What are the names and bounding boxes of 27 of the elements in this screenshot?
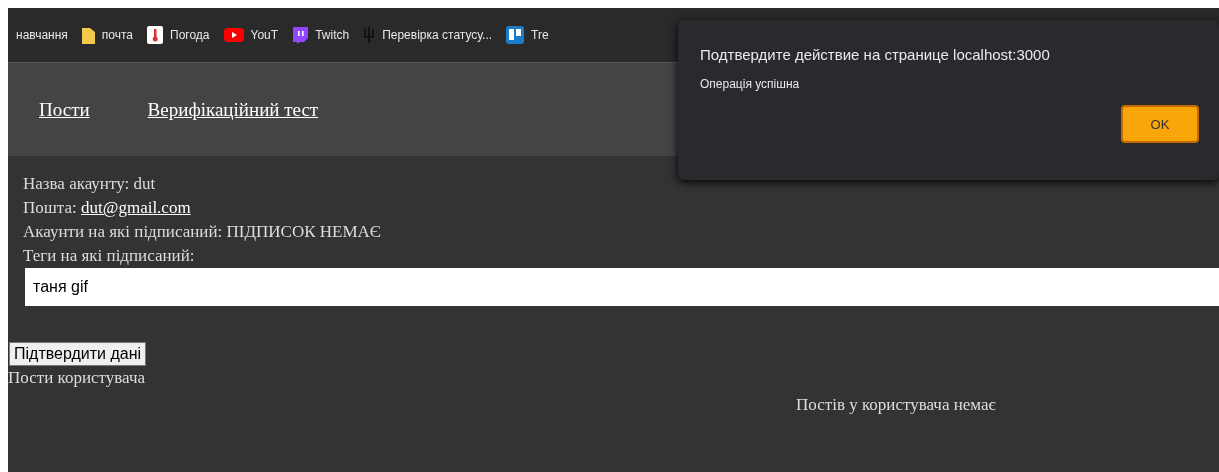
bookmark[interactable]: Погода xyxy=(147,26,210,44)
nav-link[interactable]: Пости xyxy=(39,98,90,121)
bookmark[interactable]: почта xyxy=(81,26,134,44)
bookmark[interactable]: навчання xyxy=(16,28,68,42)
tags-field[interactable]: таня gif xyxy=(25,268,1219,306)
trident-icon xyxy=(363,26,376,44)
bookmark[interactable]: Tre xyxy=(506,26,549,44)
dialog-title: Подтвердите действие на странице localhost:3000 xyxy=(700,46,1051,63)
chat-bubble-icon xyxy=(292,26,309,44)
posts-heading: Пости користувача xyxy=(8,368,147,388)
confirm-button[interactable]: Підтвердити дані xyxy=(9,342,147,366)
account-name: Назва акаунту: dut xyxy=(23,174,157,194)
dialog-message: Операція успішна xyxy=(700,77,801,91)
ok-button[interactable]: OK xyxy=(1121,105,1199,143)
tags-label: Теги на які підписаний: xyxy=(23,246,196,266)
bookmark[interactable]: Перевірка статусу... xyxy=(363,26,493,44)
bookmark[interactable]: Twitch xyxy=(292,26,350,44)
nav-link[interactable]: Верифікаційний тест xyxy=(147,98,319,121)
email-label: Пошта: xyxy=(23,198,78,217)
empty-posts-text: Постів у користувача немає xyxy=(796,395,996,415)
folder-icon xyxy=(81,26,95,44)
play-icon xyxy=(223,28,244,42)
subscriptions-text: Акаунти на які підписаний: ПІДПИСОК НЕМАЄ xyxy=(23,222,383,242)
thermometer-icon xyxy=(147,26,164,44)
email-link[interactable]: dut@gmail.com xyxy=(81,198,191,217)
bookmark[interactable]: YouT xyxy=(223,28,279,42)
board-icon xyxy=(506,26,525,44)
